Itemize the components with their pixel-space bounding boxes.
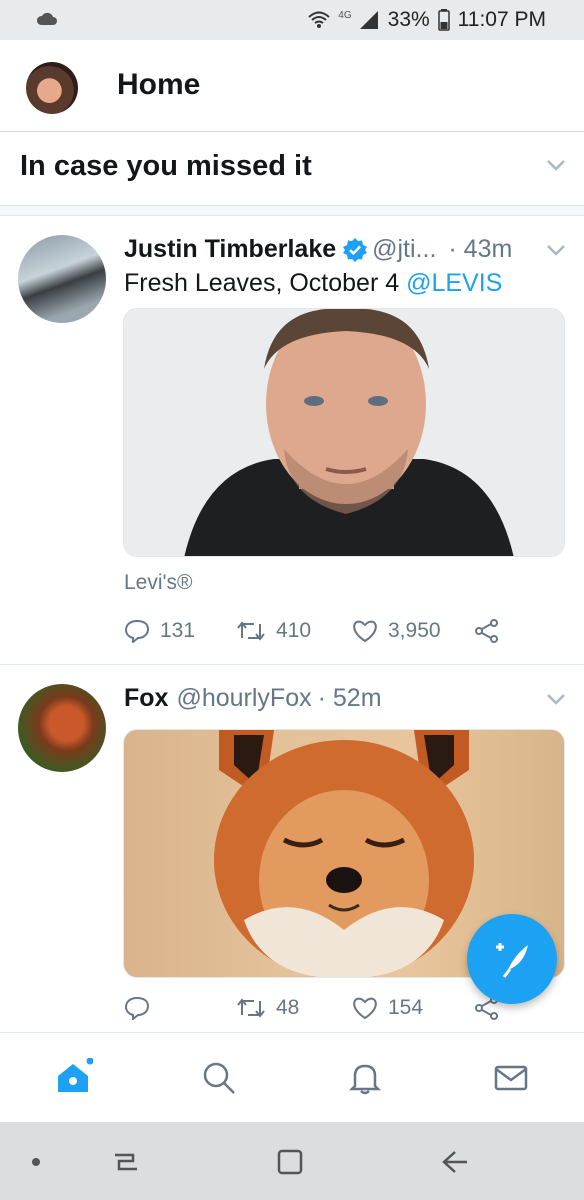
tweet-card[interactable]: Justin Timberlake @jti... · 43m Fresh Le… [0,217,584,665]
tweet-image[interactable] [123,308,565,557]
section-title: In case you missed it [20,150,312,182]
tweet-actions: 131 410 3,950 [124,619,500,643]
recents-icon [115,1153,137,1171]
like-count: 3,950 [388,619,441,642]
chevron-down-icon[interactable] [546,243,566,257]
reply-icon [124,996,150,1020]
chevron-down-icon[interactable] [546,158,566,172]
retweet-icon [237,621,265,641]
retweet-count: 48 [276,996,300,1019]
home-button[interactable] [270,1142,310,1182]
profile-avatar[interactable] [26,62,78,114]
dot-indicator [16,1142,56,1182]
tab-notifications[interactable] [340,1053,390,1103]
mail-icon [494,1065,528,1091]
retweet-button[interactable]: 410 [236,619,352,643]
card-source[interactable]: Levi's® [124,571,193,595]
retweet-count: 410 [276,619,312,642]
back-button[interactable] [434,1142,474,1182]
page-title: Home [117,68,201,101]
square-icon [277,1149,303,1175]
retweet-icon [237,998,265,1018]
tab-home[interactable] [48,1053,98,1103]
section-divider [0,206,584,216]
reply-icon [124,619,150,643]
system-nav-bar [0,1122,584,1200]
chevron-down-icon[interactable] [546,692,566,706]
author-avatar[interactable] [18,235,106,323]
battery-icon [437,9,450,31]
author-avatar[interactable] [18,684,106,772]
signal-icon [359,11,378,29]
tweet-actions: 48 154 [124,996,500,1020]
tab-messages[interactable] [486,1053,536,1103]
tweet-time: · 52m [317,684,382,712]
tab-search[interactable] [194,1053,244,1103]
author-name[interactable]: Fox [124,684,168,713]
tweet-time: · 43m [448,235,513,263]
compose-tweet-button[interactable] [467,914,557,1004]
app-header: Home [0,40,584,132]
retweet-button[interactable]: 48 [236,996,352,1020]
dot-icon [32,1158,40,1166]
clock: 11:07 PM [457,8,546,31]
heart-icon [353,997,377,1020]
network-type: 4G [338,9,352,21]
heart-icon [353,620,377,643]
like-button[interactable]: 154 [352,996,474,1020]
portrait-photo [124,309,564,556]
bell-icon [348,1064,382,1095]
search-icon [203,1062,235,1094]
author-handle: @jti... [372,235,437,263]
reply-button[interactable]: 131 [124,619,236,643]
like-button[interactable]: 3,950 [352,619,474,643]
tweet-header: Fox @hourlyFox · 52m [124,684,524,713]
like-count: 154 [388,996,424,1019]
share-button[interactable] [474,619,500,643]
wifi-icon [308,11,330,28]
reply-button[interactable] [124,996,236,1020]
status-bar: 4G 33% 11:07 PM [0,0,584,40]
section-header: In case you missed it [0,132,584,206]
author-handle: @hourlyFox [176,684,312,712]
author-name[interactable]: Justin Timberlake [124,235,336,264]
tweet-header: Justin Timberlake @jti... · 43m [124,235,524,264]
bottom-tab-bar [0,1032,584,1122]
compose-tweet-icon [496,943,528,978]
reply-count: 131 [160,619,196,642]
cloud-icon [36,12,57,25]
verified-badge-icon [343,237,368,262]
recents-button[interactable] [106,1142,146,1182]
mention-link[interactable]: @LEVIS [406,269,502,297]
battery-percent: 33% [387,8,430,31]
home-icon [58,1058,93,1092]
share-icon [475,619,498,643]
back-arrow-icon [442,1151,467,1173]
tweet-text-body: Fresh Leaves, October 4 [124,269,407,297]
tweet-text: Fresh Leaves, October 4 @LEVIS [124,269,502,298]
